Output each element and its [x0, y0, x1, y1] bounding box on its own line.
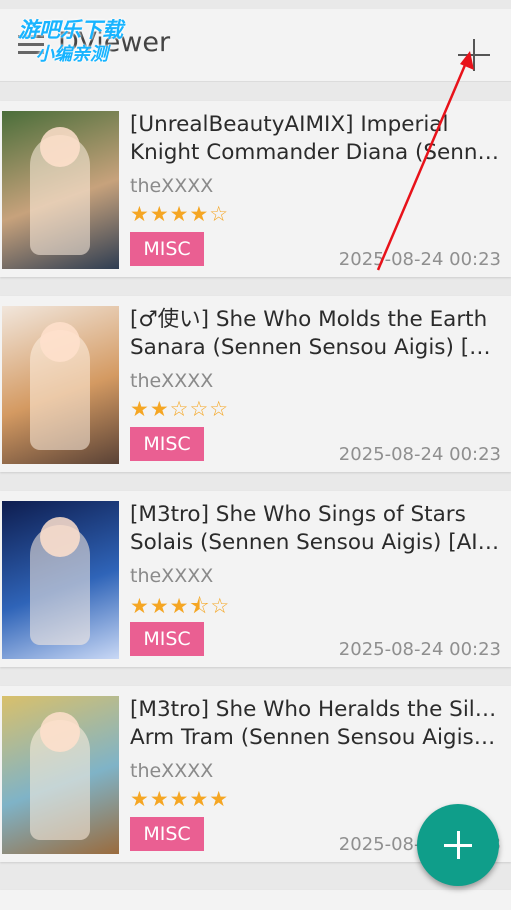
item-author: theXXXX [130, 565, 214, 587]
item-title-line1: [M3tro] She Who Heralds the Silver [130, 697, 502, 722]
rating-stars: ★★☆☆☆ [130, 397, 230, 421]
list-item[interactable]: [♂使い] She Who Molds the Earth Sanara (Sen… [0, 296, 511, 472]
item-author: theXXXX [130, 760, 214, 782]
item-date: 2025-08-24 00:23 [338, 639, 501, 660]
item-title-line2: Solais (Sennen Sensou Aigis) [AI … [130, 530, 502, 555]
category-tag[interactable]: MISC [130, 232, 204, 266]
category-tag[interactable]: MISC [130, 817, 204, 851]
item-author: theXXXX [130, 370, 214, 392]
item-author: theXXXX [130, 175, 214, 197]
item-title-line2: Knight Commander Diana (Senne… [130, 140, 502, 165]
category-tag[interactable]: MISC [130, 427, 204, 461]
item-title-line1: [♂使い] She Who Molds the Earth [130, 307, 488, 332]
watermark-logo: 游吧乐下载 小编亲测 [10, 8, 160, 65]
item-date: 2025-08-24 00:23 [338, 249, 501, 270]
item-title: [M3tro] She Who Heralds the Silver Arm Tr… [130, 696, 502, 752]
add-fab-button[interactable] [417, 804, 499, 886]
list-item[interactable]: [UnrealBeautyAIMIX] Imperial Knight Comma… [0, 101, 511, 277]
item-title-line2: Arm Tram (Sennen Sensou Aigis)… [130, 725, 502, 750]
thumbnail-image[interactable] [2, 306, 119, 464]
item-title-line1: [M3tro] She Who Sings of Stars [130, 502, 466, 527]
list-item[interactable]: [M3tro] She Who Sings of Stars Solais (Se… [0, 491, 511, 667]
item-title-line1: [UnrealBeautyAIMIX] Imperial [130, 112, 449, 137]
item-title: [M3tro] She Who Sings of Stars Solais (Se… [130, 501, 502, 557]
item-title: [UnrealBeautyAIMIX] Imperial Knight Comma… [130, 111, 502, 167]
thumbnail-image[interactable] [2, 111, 119, 269]
rating-stars: ★★★★★ [130, 787, 230, 811]
list-item-partial[interactable] [0, 890, 511, 910]
item-date: 2025-08-24 00:23 [338, 444, 501, 465]
rating-stars: ★★★★☆ [130, 202, 230, 226]
item-title-line2: Sanara (Sennen Sensou Aigis) [AI… [130, 335, 502, 360]
thumbnail-image[interactable] [2, 696, 119, 854]
item-title: [♂使い] She Who Molds the Earth Sanara (Sen… [130, 306, 502, 362]
watermark-line2: 小编亲测 [36, 44, 108, 65]
category-tag[interactable]: MISC [130, 622, 204, 656]
add-icon[interactable] [458, 39, 490, 71]
thumbnail-image[interactable] [2, 501, 119, 659]
